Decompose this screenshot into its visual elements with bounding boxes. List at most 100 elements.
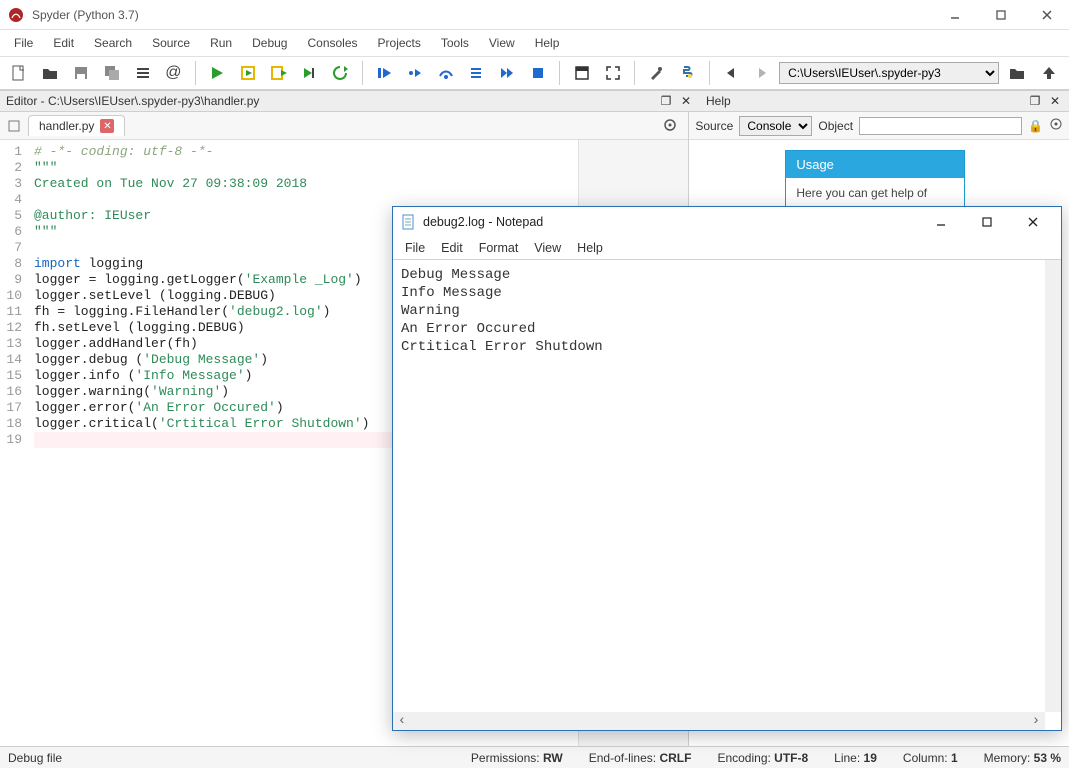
tab-label: handler.py <box>39 119 94 133</box>
notepad-title: debug2.log - Notepad <box>423 215 921 229</box>
run-icon[interactable] <box>204 59 231 87</box>
menu-search[interactable]: Search <box>84 32 142 54</box>
line-number: 17 <box>0 400 22 416</box>
code-line[interactable]: # -*- coding: utf-8 -*- <box>34 144 572 160</box>
open-file-icon[interactable] <box>37 59 64 87</box>
status-memory: Memory: 53 % <box>984 751 1061 765</box>
maximize-button[interactable] <box>987 4 1015 26</box>
menu-source[interactable]: Source <box>142 32 200 54</box>
menu-help[interactable]: Help <box>525 32 570 54</box>
save-all-icon[interactable] <box>98 59 125 87</box>
status-line: Line: 19 <box>834 751 877 765</box>
fullscreen-icon[interactable] <box>599 59 626 87</box>
debug-stop-icon[interactable] <box>525 59 552 87</box>
new-file-icon[interactable] <box>6 59 33 87</box>
maximize-pane-icon[interactable] <box>568 59 595 87</box>
notepad-titlebar[interactable]: debug2.log - Notepad <box>393 207 1061 237</box>
titlebar: Spyder (Python 3.7) <box>0 0 1069 30</box>
browse-folder-icon[interactable] <box>1003 59 1031 87</box>
menu-tools[interactable]: Tools <box>431 32 479 54</box>
python-path-icon[interactable] <box>674 59 701 87</box>
line-number: 19 <box>0 432 22 448</box>
menu-edit[interactable]: Edit <box>43 32 84 54</box>
menubar: FileEditSearchSourceRunDebugConsolesProj… <box>0 30 1069 56</box>
window-title: Spyder (Python 3.7) <box>32 8 941 22</box>
source-select[interactable]: Console <box>739 116 812 136</box>
help-toolbar: Source Console Object 🔒 <box>689 112 1069 140</box>
menu-consoles[interactable]: Consoles <box>297 32 367 54</box>
code-line[interactable]: """ <box>34 160 572 176</box>
undock-help-icon[interactable]: ❐ <box>1027 93 1043 109</box>
line-number: 6 <box>0 224 22 240</box>
list-icon[interactable] <box>129 59 156 87</box>
debug-step-over-icon[interactable] <box>432 59 459 87</box>
menu-debug[interactable]: Debug <box>242 32 297 54</box>
notepad-textarea[interactable]: Debug MessageInfo MessageWarningAn Error… <box>393 259 1061 730</box>
scroll-right-icon[interactable]: › <box>1027 712 1045 730</box>
scroll-left-icon[interactable]: ‹ <box>393 712 411 730</box>
close-pane-icon[interactable]: ✕ <box>678 93 694 109</box>
run-selection-icon[interactable] <box>296 59 323 87</box>
lock-icon[interactable]: 🔒 <box>1028 119 1043 133</box>
object-label: Object <box>818 119 853 133</box>
notepad-hscrollbar[interactable]: ‹ › <box>393 712 1045 730</box>
preferences-icon[interactable] <box>643 59 670 87</box>
undock-icon[interactable]: ❐ <box>658 93 674 109</box>
notepad-maximize-button[interactable] <box>967 209 1007 235</box>
minimize-button[interactable] <box>941 4 969 26</box>
line-number: 9 <box>0 272 22 288</box>
line-number: 16 <box>0 384 22 400</box>
debug-step-next-icon[interactable] <box>371 59 398 87</box>
status-permissions: Permissions: RW <box>471 751 563 765</box>
notepad-menu-format[interactable]: Format <box>471 239 527 257</box>
status-left: Debug file <box>8 751 62 765</box>
code-line[interactable]: Created on Tue Nov 27 09:38:09 2018 <box>34 176 572 192</box>
line-number: 1 <box>0 144 22 160</box>
tab-handler-py[interactable]: handler.py ✕ <box>28 115 125 136</box>
rerun-icon[interactable] <box>327 59 354 87</box>
line-number: 10 <box>0 288 22 304</box>
status-eol: End-of-lines: CRLF <box>589 751 692 765</box>
cwd-select[interactable]: C:\Users\IEUser\.spyder-py3 <box>779 62 999 84</box>
notepad-menu-help[interactable]: Help <box>569 239 611 257</box>
parent-dir-icon[interactable] <box>1035 59 1063 87</box>
toolbar: @ C:\Users\IEUser\.spyder-py3 <box>0 56 1069 90</box>
debug-step-out-icon[interactable] <box>463 59 490 87</box>
menu-file[interactable]: File <box>4 32 43 54</box>
close-button[interactable] <box>1033 4 1061 26</box>
close-help-icon[interactable]: ✕ <box>1047 93 1063 109</box>
at-icon[interactable]: @ <box>160 59 187 87</box>
notepad-line: Crtitical Error Shutdown <box>401 338 1053 356</box>
line-number: 11 <box>0 304 22 320</box>
notepad-menu-edit[interactable]: Edit <box>433 239 471 257</box>
save-icon[interactable] <box>68 59 95 87</box>
menu-run[interactable]: Run <box>200 32 242 54</box>
editor-options-icon[interactable] <box>662 117 680 135</box>
forward-icon[interactable] <box>748 59 775 87</box>
notepad-line: Info Message <box>401 284 1053 302</box>
notepad-menu-view[interactable]: View <box>526 239 569 257</box>
notepad-window[interactable]: debug2.log - Notepad FileEditFormatViewH… <box>392 206 1062 731</box>
notepad-icon <box>401 214 417 230</box>
editor-tabs: handler.py ✕ <box>0 112 688 140</box>
notepad-close-button[interactable] <box>1013 209 1053 235</box>
line-number: 18 <box>0 416 22 432</box>
notepad-menu-file[interactable]: File <box>397 239 433 257</box>
notepad-line: Warning <box>401 302 1053 320</box>
source-label: Source <box>695 119 733 133</box>
status-encoding: Encoding: UTF-8 <box>717 751 808 765</box>
file-list-icon[interactable] <box>4 116 24 136</box>
help-options-icon[interactable] <box>1049 117 1063 134</box>
menu-view[interactable]: View <box>479 32 525 54</box>
tab-close-icon[interactable]: ✕ <box>100 119 114 133</box>
debug-continue-icon[interactable] <box>494 59 521 87</box>
back-icon[interactable] <box>718 59 745 87</box>
run-cell-icon[interactable] <box>235 59 262 87</box>
notepad-vscrollbar[interactable] <box>1045 260 1061 712</box>
menu-projects[interactable]: Projects <box>368 32 431 54</box>
notepad-line: An Error Occured <box>401 320 1053 338</box>
notepad-minimize-button[interactable] <box>921 209 961 235</box>
object-input[interactable] <box>859 117 1022 135</box>
run-cell-advance-icon[interactable] <box>265 59 292 87</box>
debug-step-into-icon[interactable] <box>401 59 428 87</box>
